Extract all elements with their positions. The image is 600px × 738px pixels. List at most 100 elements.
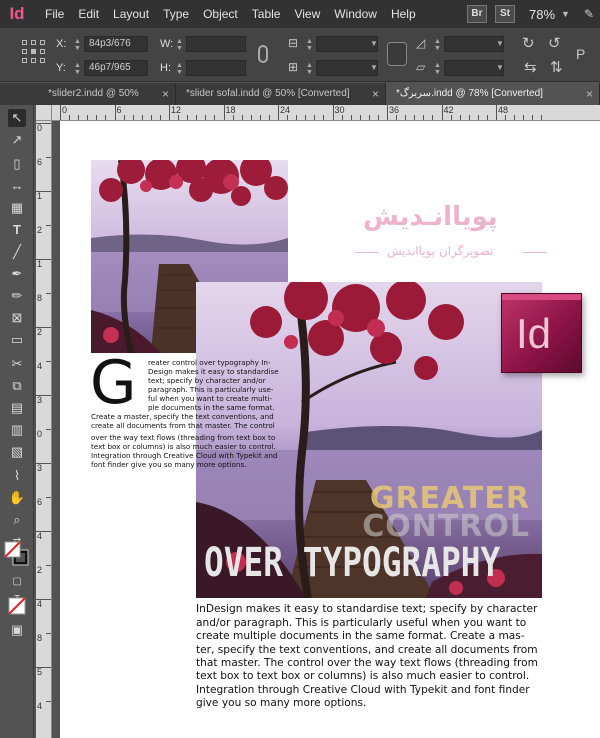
selection-tool-icon[interactable]: ↖ <box>8 109 26 127</box>
body-text-line[interactable]: ter, specify the text conventions, and c… <box>196 644 538 657</box>
pen-tool-icon[interactable]: ✒ <box>8 265 26 283</box>
zoom-dropdown-icon[interactable]: ▼ <box>561 9 570 19</box>
close-icon[interactable]: × <box>586 83 593 105</box>
gradient-feather-icon[interactable]: ▥ <box>8 421 26 439</box>
ruler-minor-tick <box>477 115 479 120</box>
scale-x-field[interactable] <box>316 36 378 52</box>
horizontal-ruler[interactable]: 0 6 12 18 24 30 36 42 48 <box>52 105 600 121</box>
free-transform-icon[interactable]: ⧉ <box>8 377 26 395</box>
pencil-tool-icon[interactable]: ✏ <box>8 287 26 305</box>
body-text-line[interactable]: Integration through Creative Cloud with … <box>196 684 530 697</box>
fill-stroke-swatch-icon[interactable] <box>4 541 30 567</box>
ruler-label: 4 <box>37 531 43 541</box>
headline-over-typography[interactable]: OVER TYPOGRAPHY <box>204 540 500 586</box>
shear-dropdown-icon[interactable]: ▼ <box>496 63 504 72</box>
close-icon[interactable]: × <box>162 83 169 105</box>
note-tool-icon[interactable]: ▧ <box>8 443 26 461</box>
tab-active-document[interactable]: *سربرگ.indd @ 78% [Converted] × <box>386 83 600 105</box>
stock-button[interactable]: St <box>494 5 515 23</box>
menu-file[interactable]: File <box>38 0 71 28</box>
scale-x-icon: ⊟ <box>288 36 299 50</box>
close-icon[interactable]: × <box>372 83 379 105</box>
line-tool-icon[interactable]: ╱ <box>8 243 26 261</box>
vertical-ruler[interactable]: 061218243036424854 <box>36 121 52 738</box>
content-collector-icon[interactable]: ▦ <box>8 199 26 217</box>
rotate-spinner-icon[interactable]: ▲ ▼ <box>434 38 441 52</box>
ruler-label: 6 <box>37 497 43 507</box>
watermark-title: پویاانـدیش <box>363 202 498 232</box>
small-text-line[interactable]: font finder give you so many more option… <box>91 460 247 470</box>
scale-y-field[interactable] <box>316 60 378 76</box>
scale-y-dropdown-icon[interactable]: ▼ <box>370 63 378 72</box>
scale-y-spinner-icon[interactable]: ▲ ▼ <box>306 62 313 76</box>
small-text-line[interactable]: create all documents from that master. T… <box>91 421 275 431</box>
x-spinner-icon[interactable]: ▲ ▼ <box>74 38 81 52</box>
watermark-subtitle: تصویرگران پویااندیش <box>387 244 494 258</box>
reference-point-icon[interactable] <box>22 40 46 64</box>
menu-edit[interactable]: Edit <box>71 0 106 28</box>
indesign-app-icon[interactable]: Id <box>501 293 582 373</box>
menu-window[interactable]: Window <box>327 0 384 28</box>
zoom-icon[interactable]: ⌕ <box>8 511 26 529</box>
menu-view[interactable]: View <box>287 0 327 28</box>
body-text-line[interactable]: InDesign makes it easy to standardise te… <box>196 603 537 616</box>
tab-slider2[interactable]: *slider2.indd @ 50% × <box>38 83 176 105</box>
tab-slider-sofal[interactable]: *slider sofal.indd @ 50% [Converted] × <box>176 83 386 105</box>
tools-panel: ↖ ↗ ▯ ↔ ▦ T ╱ ✒ ✏ ⊠ ▭ ✂ ⧉ ▤ ▥ ▧ ⌇ ✋ ⌕ ⇄ … <box>0 105 34 738</box>
formatting-container-icon[interactable]: ▢ T <box>8 573 26 605</box>
rotate-cw-icon[interactable]: ↻ <box>522 34 535 52</box>
rotate-field[interactable] <box>444 36 504 52</box>
width-field[interactable] <box>186 36 246 52</box>
document-tabs: *slider2.indd @ 50% × *slider sofal.indd… <box>0 83 600 105</box>
menu-layout[interactable]: Layout <box>106 0 156 28</box>
direct-selection-icon[interactable]: ↗ <box>8 131 26 149</box>
screen-mode-icon[interactable]: ▣ <box>8 621 26 639</box>
scale-x-spinner-icon[interactable]: ▲ ▼ <box>306 38 313 52</box>
gap-tool-icon[interactable]: ↔ <box>8 177 26 195</box>
ruler-minor-tick <box>305 115 307 120</box>
eyedropper-icon[interactable]: ⌇ <box>8 467 26 485</box>
flip-vertical-icon[interactable]: ⇅ <box>550 58 563 76</box>
ruler-label: 36 <box>389 105 400 115</box>
y-position-field[interactable]: 46p7/965 <box>84 60 148 76</box>
reference-p-icon[interactable]: P <box>576 46 585 62</box>
constrain-proportions-icon[interactable] <box>258 45 268 63</box>
ruler-minor-tick <box>314 115 316 120</box>
height-field[interactable] <box>186 60 246 76</box>
rotate-dropdown-icon[interactable]: ▼ <box>496 39 504 48</box>
rectangle-frame-icon[interactable]: ⊠ <box>8 309 26 327</box>
flip-horizontal-icon[interactable]: ⇆ <box>524 58 537 76</box>
menu-object[interactable]: Object <box>196 0 245 28</box>
ruler-origin[interactable] <box>36 105 52 121</box>
type-tool-icon[interactable]: T <box>8 221 26 239</box>
body-text-line[interactable]: give you so many more options. <box>196 697 366 710</box>
rotate-ccw-icon[interactable]: ↺ <box>548 34 561 52</box>
body-text-line[interactable]: and/or paragraph. This is particularly u… <box>196 617 526 630</box>
pen-icon[interactable]: ✎ <box>584 7 594 21</box>
drop-cap[interactable]: G <box>90 352 146 414</box>
hand-icon[interactable]: ✋ <box>8 489 26 507</box>
apply-none-icon[interactable] <box>8 597 26 615</box>
scale-x-dropdown-icon[interactable]: ▼ <box>370 39 378 48</box>
gradient-swatch-icon[interactable]: ▤ <box>8 399 26 417</box>
body-text-line[interactable]: create multiple documents in the same fo… <box>196 630 525 643</box>
body-text-line[interactable]: that master. The control over the way te… <box>196 657 538 670</box>
page-tool-icon[interactable]: ▯ <box>8 155 26 173</box>
link-scale-icon[interactable] <box>387 42 407 66</box>
scissors-icon[interactable]: ✂ <box>8 355 26 373</box>
shear-field[interactable] <box>444 60 504 76</box>
rectangle-tool-icon[interactable]: ▭ <box>8 331 26 349</box>
bridge-button[interactable]: Br <box>466 5 487 23</box>
ruler-label: 24 <box>280 105 291 115</box>
zoom-level[interactable]: 78% <box>529 7 555 22</box>
body-text-line[interactable]: text box to text box or columns) is also… <box>196 670 529 683</box>
y-spinner-icon[interactable]: ▲ ▼ <box>74 62 81 76</box>
menu-help[interactable]: Help <box>384 0 423 28</box>
x-position-field[interactable]: 84p3/676 <box>84 36 148 52</box>
headline-control[interactable]: CONTROL <box>196 509 542 544</box>
h-spinner-icon[interactable]: ▲ ▼ <box>176 62 183 76</box>
w-spinner-icon[interactable]: ▲ ▼ <box>176 38 183 52</box>
shear-spinner-icon[interactable]: ▲ ▼ <box>434 62 441 76</box>
menu-table[interactable]: Table <box>245 0 288 28</box>
menu-type[interactable]: Type <box>156 0 196 28</box>
